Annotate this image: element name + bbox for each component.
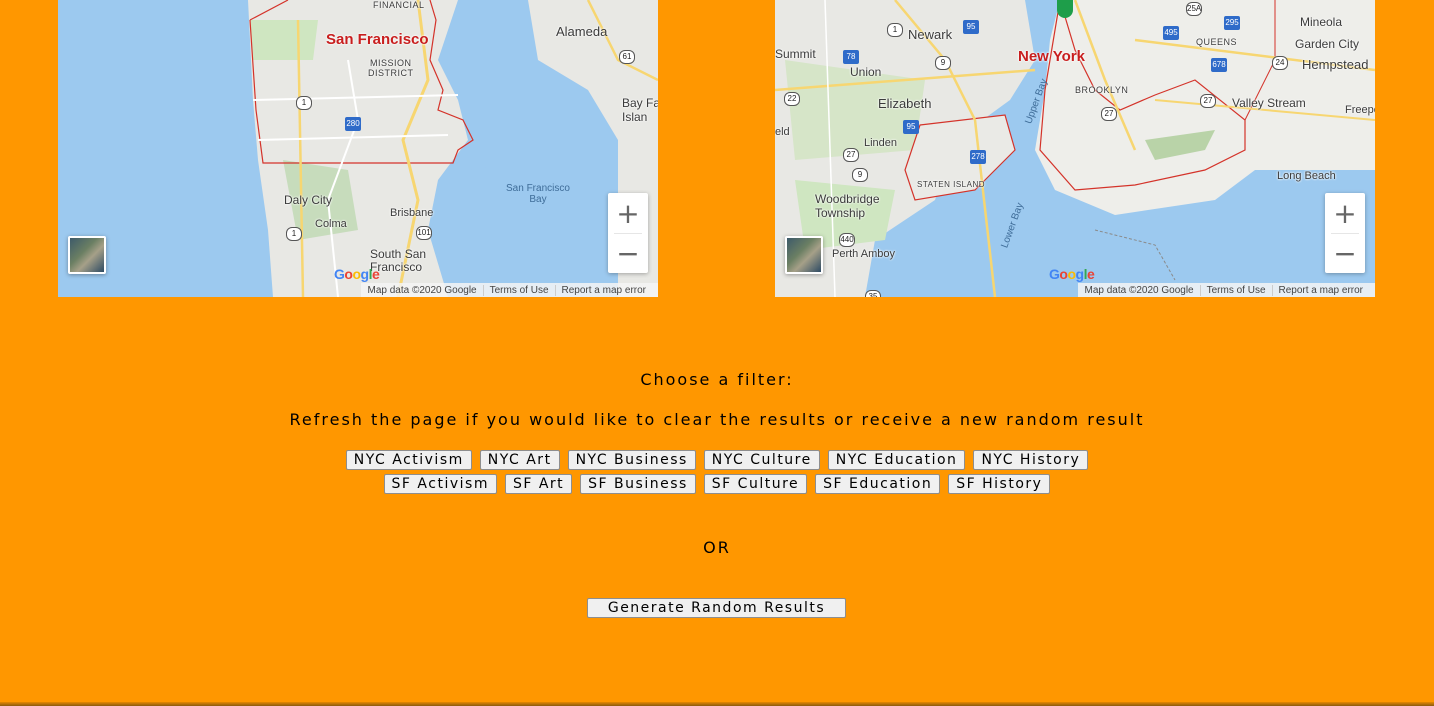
- zoom-control: + −: [608, 193, 648, 273]
- sf-city-label: San Francisco: [326, 31, 429, 48]
- filter-button-sf-business[interactable]: SF Business: [580, 474, 696, 494]
- nyc-hempstead-label: Hempstead: [1302, 57, 1369, 72]
- map-attribution: Map data ©2020 Google Terms of Use Repor…: [361, 283, 658, 297]
- nyc-freeport-label: Freepo: [1345, 104, 1375, 116]
- or-separator: OR: [703, 538, 731, 557]
- sf-mission-label: MISSION DISTRICT: [368, 58, 414, 78]
- nyc-woodbridge-label: Woodbridge Township: [815, 192, 880, 220]
- route-shield: 95: [903, 120, 919, 134]
- route-shield: 1: [296, 96, 312, 110]
- zoom-out-button[interactable]: −: [608, 233, 648, 273]
- refresh-note: Refresh the page if you would like to cl…: [289, 410, 1145, 429]
- location-pin-icon: [1057, 0, 1073, 18]
- route-shield: 1: [286, 227, 302, 241]
- map-attribution: Map data ©2020 Google Terms of Use Repor…: [1078, 283, 1375, 297]
- nyc-valley-stream-label: Valley Stream: [1232, 96, 1306, 110]
- sf-bay-farm-label: Bay Fa Islan: [622, 96, 658, 124]
- nyc-mineola-label: Mineola: [1300, 15, 1343, 29]
- nyc-perth-amboy-label: Perth Amboy: [832, 248, 895, 260]
- filter-button-nyc-art[interactable]: NYC Art: [479, 450, 560, 470]
- google-logo: Google: [334, 266, 380, 282]
- zoom-in-button[interactable]: +: [1325, 193, 1365, 233]
- filter-button-nyc-culture[interactable]: NYC Culture: [703, 450, 820, 470]
- sf-filter-row: SF Activism SF Art SF Business SF Cultur…: [0, 474, 1434, 494]
- sf-daly-city-label: Daly City: [284, 193, 333, 207]
- map-data-text: Map data ©2020 Google: [367, 284, 477, 296]
- filter-button-nyc-education[interactable]: NYC Education: [827, 450, 966, 470]
- nyc-map[interactable]: New York Newark Summit Union Elizabeth L…: [775, 0, 1375, 297]
- route-shield: 24: [1272, 56, 1288, 70]
- route-shield: 495: [1163, 26, 1179, 40]
- page-bottom-edge: [0, 702, 1434, 706]
- route-shield: 27: [1200, 94, 1216, 108]
- zoom-out-button[interactable]: −: [1325, 233, 1365, 273]
- generate-random-results-button[interactable]: Generate Random Results: [587, 598, 846, 618]
- terms-of-use-link[interactable]: Terms of Use: [482, 284, 555, 296]
- filter-button-nyc-history[interactable]: NYC History: [973, 450, 1089, 470]
- sf-map[interactable]: San Francisco FINANCIAL Alameda MISSION …: [58, 0, 658, 297]
- route-shield: 78: [843, 50, 859, 64]
- filter-button-sf-history[interactable]: SF History: [948, 474, 1051, 494]
- choose-filter-heading: Choose a filter:: [640, 370, 794, 389]
- route-shield: 22: [784, 92, 800, 106]
- nyc-city-label: New York: [1018, 48, 1085, 65]
- filter-button-sf-activism[interactable]: SF Activism: [383, 474, 497, 494]
- nyc-newark-label: Newark: [908, 27, 953, 42]
- filter-button-sf-education[interactable]: SF Education: [815, 474, 941, 494]
- route-shield: 678: [1211, 58, 1227, 72]
- nyc-brooklyn-label: BROOKLYN: [1075, 85, 1129, 95]
- nyc-eld-label: eld: [775, 126, 790, 138]
- route-shield: 9: [852, 168, 868, 182]
- filter-button-nyc-business[interactable]: NYC Business: [567, 450, 696, 470]
- sf-brisbane-label: Brisbane: [390, 207, 434, 219]
- route-shield: 9: [935, 56, 951, 70]
- nyc-long-beach-label: Long Beach: [1277, 170, 1336, 182]
- route-shield: 35: [865, 290, 881, 297]
- terms-of-use-link[interactable]: Terms of Use: [1199, 284, 1272, 296]
- sf-colma-label: Colma: [315, 218, 347, 230]
- route-shield: 1: [887, 23, 903, 37]
- route-shield: 61: [619, 50, 635, 64]
- nyc-union-label: Union: [850, 65, 882, 79]
- route-shield: 101: [416, 226, 432, 240]
- route-shield: 280: [345, 117, 361, 131]
- satellite-view-thumbnail[interactable]: [68, 236, 106, 274]
- filter-button-sf-art[interactable]: SF Art: [504, 474, 573, 494]
- sf-financial-label: FINANCIAL: [373, 0, 425, 10]
- nyc-filter-row: NYC Activism NYC Art NYC Business NYC Cu…: [0, 450, 1434, 470]
- route-shield: 27: [1101, 107, 1117, 121]
- nyc-staten-island-label: STATEN ISLAND: [917, 180, 985, 189]
- route-shield: 295: [1224, 16, 1240, 30]
- map-data-text: Map data ©2020 Google: [1084, 284, 1194, 296]
- zoom-in-button[interactable]: +: [608, 193, 648, 233]
- report-map-error-link[interactable]: Report a map error: [1271, 284, 1369, 296]
- route-shield: 25A: [1186, 2, 1202, 16]
- nyc-elizabeth-label: Elizabeth: [878, 96, 932, 111]
- filter-button-sf-culture[interactable]: SF Culture: [703, 474, 808, 494]
- zoom-control: + −: [1325, 193, 1365, 273]
- sf-bay-label: San Francisco Bay: [506, 183, 570, 205]
- nyc-queens-label: QUEENS: [1196, 37, 1238, 47]
- route-shield: 27: [843, 148, 859, 162]
- route-shield: 278: [970, 150, 986, 164]
- satellite-view-thumbnail[interactable]: [785, 236, 823, 274]
- report-map-error-link[interactable]: Report a map error: [554, 284, 652, 296]
- route-shield: 95: [963, 20, 979, 34]
- nyc-linden-label: Linden: [864, 137, 898, 149]
- nyc-garden-city-label: Garden City: [1295, 37, 1360, 51]
- sf-alameda-label: Alameda: [556, 24, 608, 39]
- filter-button-nyc-activism[interactable]: NYC Activism: [345, 450, 472, 470]
- google-logo: Google: [1049, 266, 1095, 282]
- nyc-summit-label: Summit: [775, 47, 816, 61]
- route-shield: 440: [839, 233, 855, 247]
